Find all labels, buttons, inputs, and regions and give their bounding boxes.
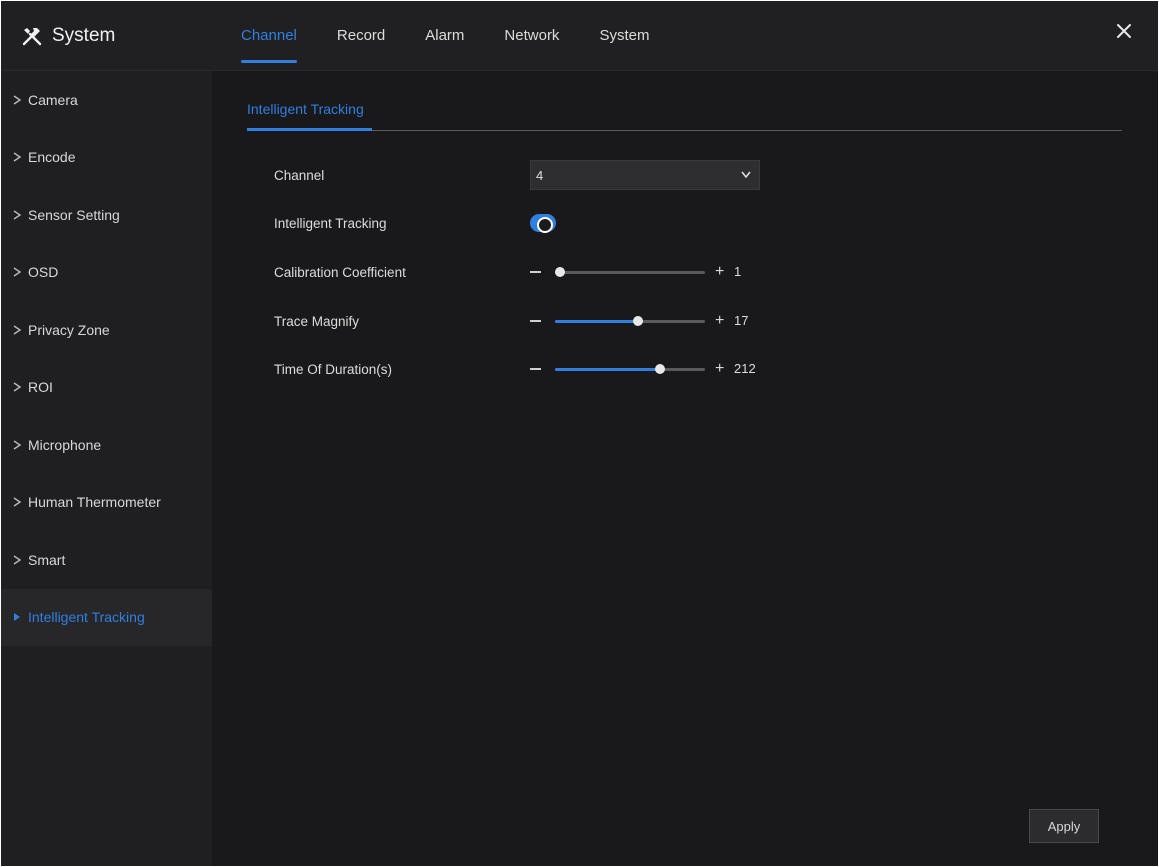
sidebar-item-label: ROI — [28, 379, 53, 396]
duration-increase-button[interactable]: + — [715, 360, 724, 378]
app-brand: System — [21, 23, 115, 49]
calibration-increase-button[interactable]: + — [715, 263, 724, 281]
tracking-toggle[interactable] — [530, 214, 556, 233]
chevron-right-icon — [13, 555, 22, 565]
sidebar-item-microphone[interactable]: Microphone — [1, 416, 212, 474]
chevron-right-icon — [13, 210, 22, 220]
tab-channel[interactable]: Channel — [241, 1, 297, 71]
channel-select[interactable]: 4 — [530, 160, 760, 190]
tab-system[interactable]: System — [599, 1, 649, 71]
sidebar-item-privacy-zone[interactable]: Privacy Zone — [1, 301, 212, 359]
chevron-down-icon — [741, 171, 751, 179]
tracking-row: Intelligent Tracking — [274, 210, 387, 236]
calibration-slider: + 1 — [530, 259, 790, 285]
subtab-active-indicator — [247, 128, 372, 131]
apply-button[interactable]: Apply — [1029, 809, 1099, 843]
chevron-right-icon — [13, 152, 22, 162]
calibration-row: Calibration Coefficient — [274, 259, 406, 285]
duration-label: Time Of Duration(s) — [274, 361, 393, 377]
tab-network[interactable]: Network — [504, 1, 559, 71]
calibration-thumb[interactable] — [554, 267, 565, 277]
sidebar-item-label: Smart — [28, 551, 66, 568]
header-bar: System Channel Record Alarm Network Syst… — [1, 1, 1158, 71]
system-settings-window: System Channel Record Alarm Network Syst… — [1, 1, 1158, 866]
subtab-intelligent-tracking[interactable]: Intelligent Tracking — [247, 101, 364, 117]
chevron-right-icon — [13, 497, 22, 507]
duration-decrease-button[interactable] — [530, 368, 541, 370]
sidebar-item-label: Microphone — [28, 436, 102, 453]
trace-magnify-label: Trace Magnify — [274, 313, 360, 329]
chevron-right-icon — [13, 440, 22, 450]
calibration-value: 1 — [734, 264, 742, 279]
calibration-decrease-button[interactable] — [530, 271, 541, 273]
sidebar-item-intelligent-tracking[interactable]: Intelligent Tracking — [1, 588, 212, 646]
calibration-track[interactable] — [554, 267, 705, 277]
trace-magnify-slider: + 17 — [530, 308, 790, 334]
duration-thumb[interactable] — [655, 364, 665, 374]
sidebar: Camera Encode Sensor Setting OSD Privacy… — [1, 71, 212, 866]
sidebar-item-label: OSD — [28, 264, 59, 281]
tab-record[interactable]: Record — [337, 1, 385, 71]
top-tabs: Channel Record Alarm Network System — [241, 1, 689, 71]
trace-magnify-row: Trace Magnify — [274, 308, 359, 334]
subtab-divider — [247, 130, 1122, 131]
sidebar-item-label: Encode — [28, 149, 76, 166]
chevron-right-icon — [13, 95, 22, 105]
trace-magnify-value: 17 — [734, 313, 749, 328]
duration-track[interactable] — [555, 364, 705, 374]
trace-magnify-thumb[interactable] — [632, 316, 643, 326]
chevron-right-icon — [13, 382, 22, 392]
app-title: System — [52, 25, 116, 46]
duration-fill — [555, 368, 660, 371]
trace-magnify-track[interactable] — [555, 316, 705, 326]
sidebar-item-osd[interactable]: OSD — [1, 244, 212, 302]
sidebar-item-sensor-setting[interactable]: Sensor Setting — [1, 186, 212, 244]
chevron-right-icon — [13, 267, 22, 277]
chevron-right-icon — [14, 613, 20, 622]
channel-label: Channel — [274, 167, 325, 183]
sidebar-item-label: Human Thermometer — [28, 494, 161, 511]
sidebar-item-encode[interactable]: Encode — [1, 129, 212, 187]
sidebar-item-label: Camera — [28, 91, 78, 108]
channel-row: Channel — [274, 162, 324, 188]
tracking-label: Intelligent Tracking — [274, 215, 387, 231]
calibration-label: Calibration Coefficient — [274, 264, 406, 280]
sidebar-item-camera[interactable]: Camera — [1, 71, 212, 129]
sidebar-item-human-thermometer[interactable]: Human Thermometer — [1, 474, 212, 532]
sidebar-item-label: Privacy Zone — [28, 321, 110, 338]
sidebar-item-roi[interactable]: ROI — [1, 359, 212, 417]
duration-value: 212 — [734, 361, 756, 376]
tools-icon — [22, 28, 42, 46]
chevron-right-icon — [13, 325, 22, 335]
trace-magnify-increase-button[interactable]: + — [715, 312, 724, 330]
channel-value: 4 — [536, 167, 544, 183]
sidebar-item-label: Sensor Setting — [28, 206, 120, 223]
tab-alarm[interactable]: Alarm — [425, 1, 464, 71]
duration-slider: + 212 — [530, 356, 790, 382]
main-panel: Intelligent Tracking Channel 4 Intellige… — [212, 71, 1158, 866]
trace-magnify-fill — [555, 320, 638, 323]
sidebar-item-label: Intelligent Tracking — [28, 609, 145, 626]
close-icon[interactable] — [1112, 19, 1136, 43]
trace-magnify-decrease-button[interactable] — [530, 320, 541, 322]
sidebar-item-smart[interactable]: Smart — [1, 531, 212, 589]
duration-row: Time Of Duration(s) — [274, 356, 392, 382]
